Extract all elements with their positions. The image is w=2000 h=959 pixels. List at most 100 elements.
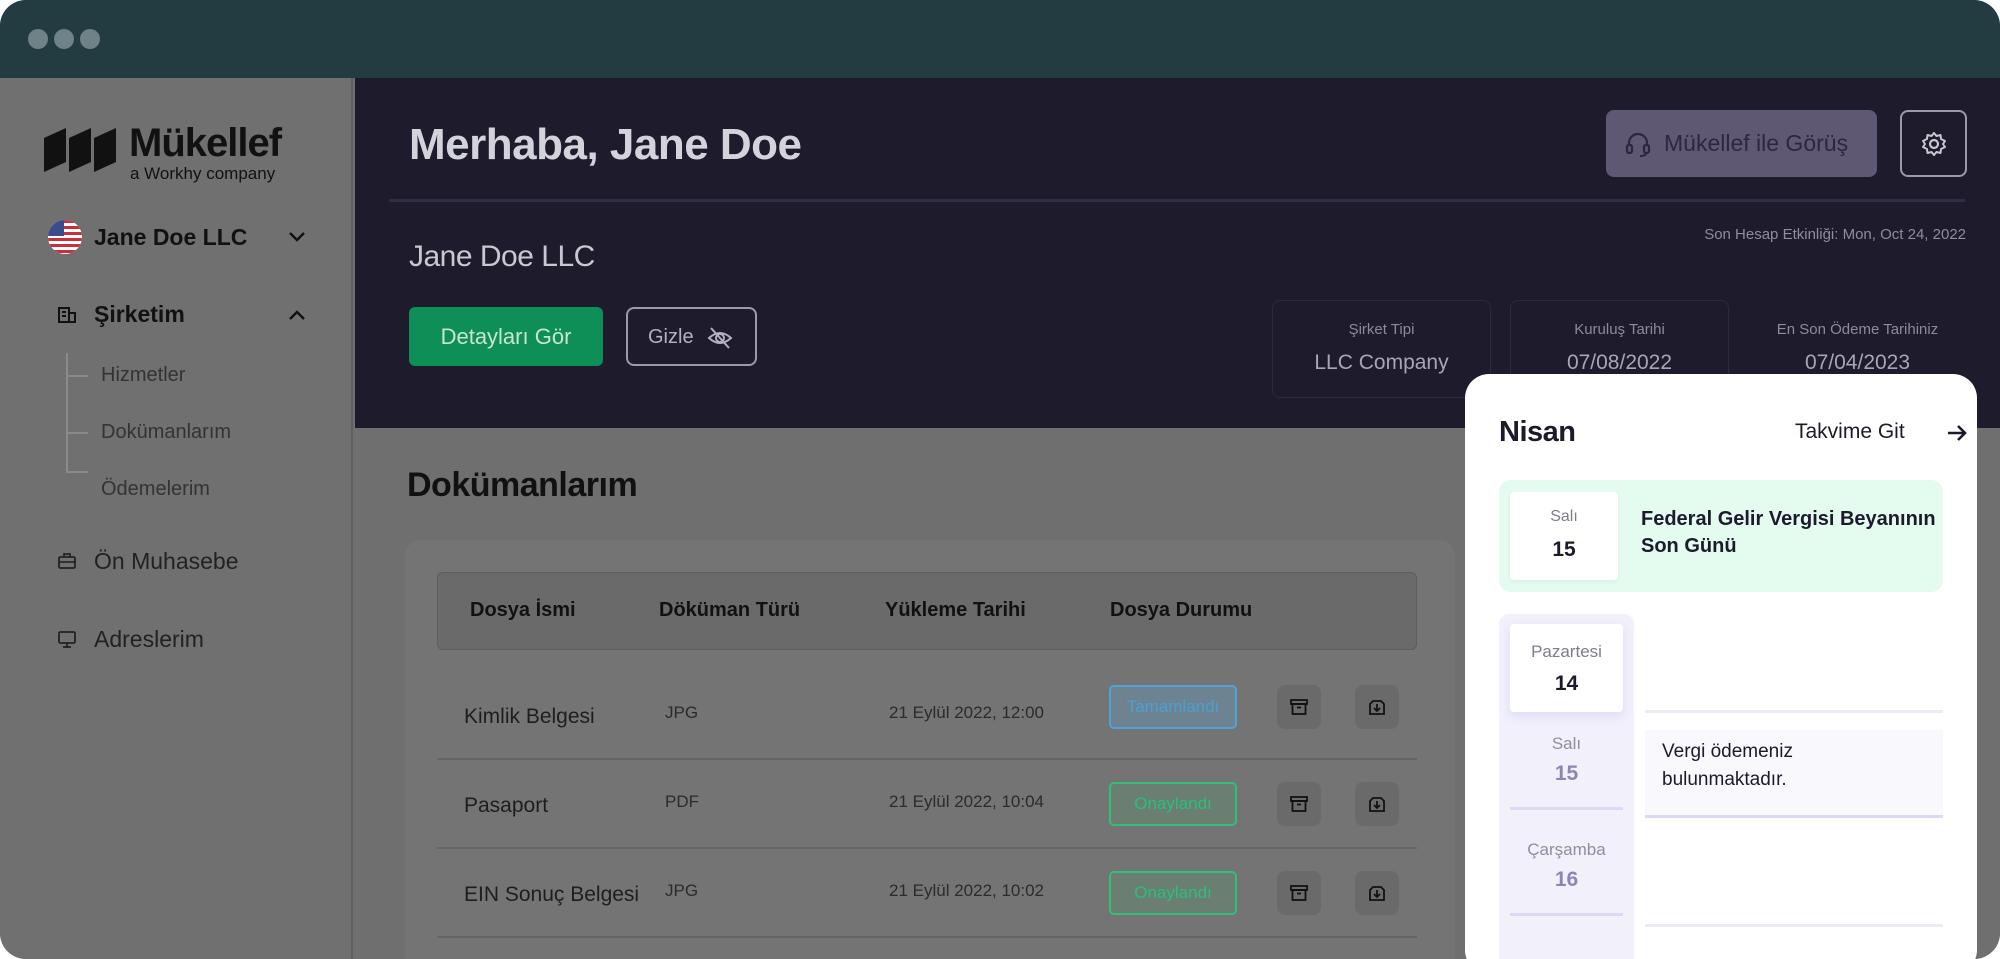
- day-cell-selected[interactable]: Pazartesi 14: [1510, 624, 1623, 712]
- archive-button[interactable]: [1277, 782, 1321, 826]
- status-badge: Onaylandı: [1109, 871, 1237, 915]
- sidebar-item-adreslerim[interactable]: Adreslerim: [56, 620, 308, 660]
- subnav-branch: [66, 471, 88, 473]
- calendar-note[interactable]: Vergi ödemeniz bulunmaktadır.: [1645, 730, 1943, 818]
- sidebar-item-label: Şirketim: [94, 301, 185, 327]
- day-cell[interactable]: Çarşamba 16: [1510, 822, 1623, 916]
- hero-company-name: Jane Doe LLC: [409, 240, 595, 273]
- table-row[interactable]: Pasaport PDF 21 Eylül 2022, 10:04 Onayla…: [437, 760, 1417, 849]
- us-flag-icon: [48, 220, 82, 254]
- upload-date: 21 Eylül 2022, 10:04: [889, 792, 1045, 811]
- column-header[interactable]: Dosya Durumu: [1110, 599, 1252, 622]
- calendar-card: Nisan Takvime Git Salı 15 Federal Gelir …: [1465, 374, 1977, 959]
- column-header[interactable]: Döküman Türü: [659, 599, 800, 622]
- sidebar-item-sirketim[interactable]: Şirketim: [56, 295, 308, 335]
- info-card-value: 07/04/2023: [1804, 351, 1911, 374]
- archive-icon: [1290, 699, 1308, 715]
- download-icon: [1369, 797, 1385, 812]
- column-header[interactable]: Yükleme Tarihi: [885, 599, 1026, 622]
- subnav-branch: [66, 432, 88, 434]
- headset-icon: [1625, 132, 1651, 157]
- sidebar-item-on-muhasebe[interactable]: Ön Muhasebe: [56, 542, 308, 582]
- highlighted-event[interactable]: Salı 15 Federal Gelir Vergisi Beyanının …: [1499, 480, 1943, 592]
- archive-icon: [1290, 796, 1308, 812]
- table-row[interactable]: EIN Sonuç Belgesi JPG 21 Eylül 2022, 10:…: [437, 849, 1417, 938]
- info-card-label: En Son Ödeme Tarihiniz: [1776, 321, 1939, 338]
- consult-button[interactable]: Mükellef ile Görüş: [1606, 110, 1877, 177]
- download-button[interactable]: [1355, 871, 1399, 915]
- info-card-value: 07/08/2022: [1566, 351, 1673, 374]
- download-icon: [1369, 886, 1385, 901]
- event-title: Federal Gelir Vergisi Beyanının Son Günü: [1641, 508, 1936, 557]
- day-name: Salı: [1551, 734, 1582, 753]
- upload-date: 21 Eylül 2022, 10:02: [889, 881, 1045, 900]
- calendar-note-text: Vergi ödemeniz bulunmaktadır.: [1662, 741, 1793, 790]
- consult-button-label: Mükellef ile Görüş: [1664, 130, 1849, 156]
- company-selector-label: Jane Doe LLC: [94, 224, 248, 250]
- hide-button[interactable]: Gizle: [626, 307, 757, 366]
- week-day-column: Pazartesi 14 Salı 15 Çarşamba 16: [1499, 614, 1634, 959]
- column-header[interactable]: Dosya İsmi: [470, 599, 576, 622]
- brand-name: Mükellef: [129, 121, 282, 165]
- info-card-label: Kuruluş Tarihi: [1574, 321, 1665, 338]
- calendar-slot-divider: [1645, 924, 1943, 927]
- app-window: Mükellef a Workhy company Jane Doe LLC Ş…: [0, 0, 2000, 959]
- hero-divider: [389, 199, 1965, 202]
- file-type: PDF: [665, 792, 699, 811]
- archive-icon: [1290, 885, 1308, 901]
- view-details-button[interactable]: Detayları Gör: [409, 307, 603, 366]
- gear-icon: [1922, 132, 1946, 156]
- subnav-tree-line: [66, 353, 68, 473]
- documents-table-header: Dosya İsmi Döküman Türü Yükleme Tarihi D…: [437, 572, 1417, 650]
- calendar-slot-divider: [1645, 710, 1943, 713]
- brand-mark-icon: [44, 128, 116, 172]
- day-number: 14: [1554, 672, 1579, 695]
- file-type: JPG: [665, 881, 699, 900]
- file-name: Kimlik Belgesi: [464, 705, 595, 728]
- arrow-right-icon: [1948, 425, 1967, 441]
- calendar-month: Nisan: [1499, 416, 1576, 448]
- download-button[interactable]: [1355, 782, 1399, 826]
- subnav-item-dokumanlarim[interactable]: Dokümanlarım: [101, 421, 231, 444]
- info-card-label: Şirket Tipi: [1348, 321, 1415, 338]
- event-date: Salı 15: [1510, 492, 1618, 580]
- day-cell[interactable]: Salı 15: [1510, 716, 1623, 810]
- event-day-name: Salı: [1550, 508, 1578, 525]
- info-card-company-type: Şirket Tipi LLC Company: [1272, 300, 1491, 398]
- last-activity-text: Son Hesap Etkinliği: Mon, Oct 24, 2022: [1704, 226, 1966, 243]
- status-badge: Tamamlandı: [1109, 685, 1237, 729]
- window-close-dot[interactable]: [28, 29, 48, 49]
- brand-tagline: a Workhy company: [130, 164, 276, 183]
- download-button[interactable]: [1355, 685, 1399, 729]
- go-to-calendar-link[interactable]: Takvime Git: [1795, 420, 1967, 444]
- archive-button[interactable]: [1277, 871, 1321, 915]
- day-number: 16: [1554, 868, 1579, 891]
- download-icon: [1369, 700, 1385, 715]
- upload-date: 21 Eylül 2022, 12:00: [889, 703, 1045, 722]
- subnav-item-odemelerim[interactable]: Ödemelerim: [101, 478, 210, 501]
- company-selector[interactable]: Jane Doe LLC: [48, 218, 308, 258]
- brand-logo[interactable]: Mükellef a Workhy company: [44, 120, 284, 183]
- briefcase-icon: [58, 553, 76, 569]
- archive-button[interactable]: [1277, 685, 1321, 729]
- go-to-calendar-label: Takvime Git: [1795, 420, 1905, 443]
- sidebar: Mükellef a Workhy company Jane Doe LLC Ş…: [0, 78, 353, 959]
- table-row[interactable]: Kimlik Belgesi JPG 21 Eylül 2022, 12:00 …: [437, 671, 1417, 760]
- file-type: JPG: [665, 703, 699, 722]
- window-minimize-dot[interactable]: [54, 29, 74, 49]
- day-name: Pazartesi: [1531, 642, 1602, 661]
- file-name: EIN Sonuç Belgesi: [464, 883, 640, 906]
- file-name: Pasaport: [464, 794, 549, 817]
- settings-button[interactable]: [1900, 110, 1967, 177]
- event-day-number: 15: [1552, 538, 1576, 561]
- window-maximize-dot[interactable]: [80, 29, 100, 49]
- documents-section-title: Dokümanlarım: [407, 466, 638, 504]
- subnav-item-hizmetler[interactable]: Hizmetler: [101, 364, 185, 387]
- day-number: 15: [1554, 762, 1579, 785]
- info-card-value: LLC Company: [1314, 351, 1449, 374]
- building-icon: [58, 307, 76, 323]
- eye-off-icon: [707, 327, 733, 349]
- window-titlebar: [0, 0, 2000, 78]
- chevron-down-icon: [289, 232, 305, 242]
- chevron-up-icon[interactable]: [286, 305, 308, 327]
